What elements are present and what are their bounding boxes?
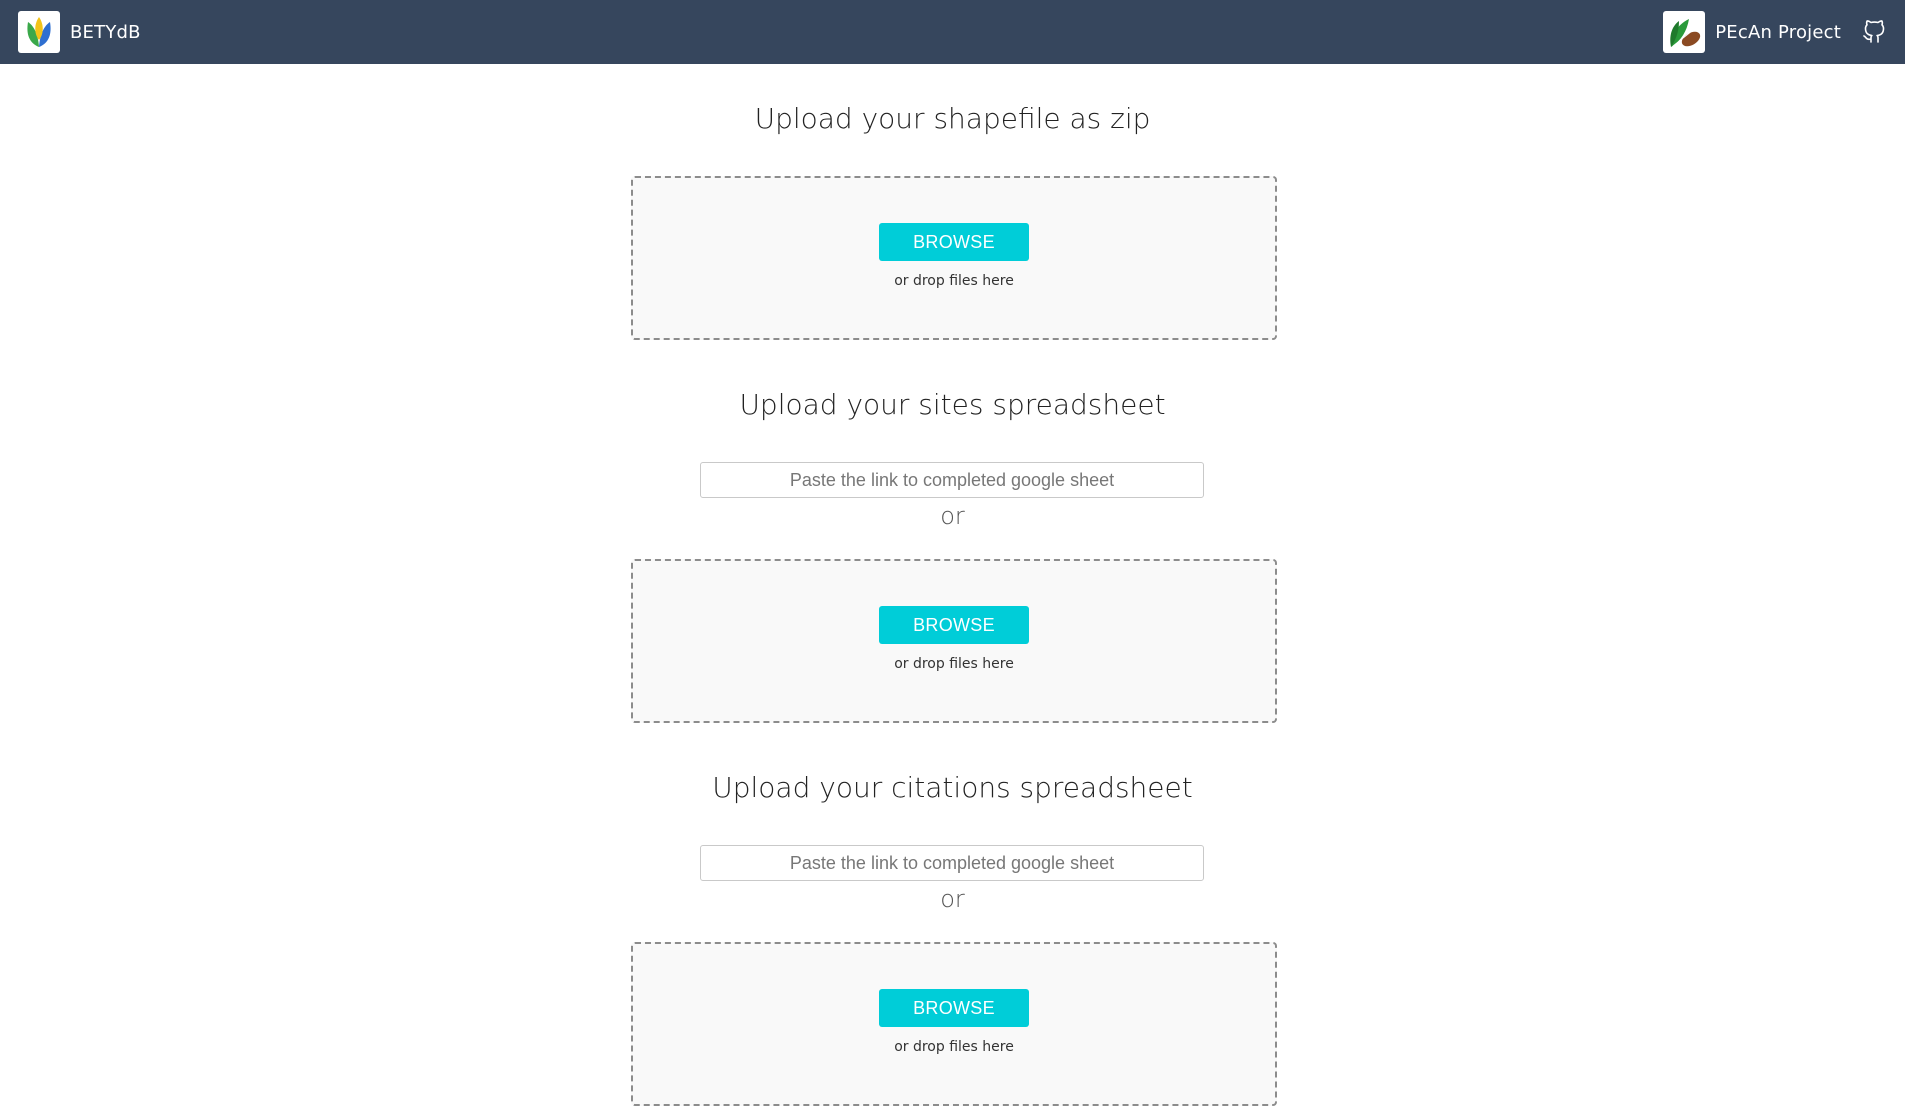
citations-sheet-link-input[interactable]: [700, 845, 1204, 881]
citations-drop-hint: or drop files here: [894, 1039, 1014, 1055]
shapefile-dropzone[interactable]: BROWSE or drop files here: [631, 176, 1277, 340]
shapefile-section-title: Upload your shapefile as zip: [754, 102, 1151, 135]
github-icon[interactable]: [1861, 19, 1887, 45]
citations-dropzone[interactable]: BROWSE or drop files here: [631, 942, 1277, 1106]
citations-or-separator: or: [940, 885, 965, 913]
shapefile-drop-hint: or drop files here: [894, 273, 1014, 289]
sites-browse-button[interactable]: BROWSE: [879, 606, 1029, 644]
sites-sheet-link-input[interactable]: [700, 462, 1204, 498]
shapefile-browse-button[interactable]: BROWSE: [879, 223, 1029, 261]
citations-browse-button[interactable]: BROWSE: [879, 989, 1029, 1027]
brand-name: BETYdB: [70, 21, 141, 43]
sites-section-title: Upload your sites spreadsheet: [739, 388, 1166, 421]
sites-dropzone[interactable]: BROWSE or drop files here: [631, 559, 1277, 723]
sites-drop-hint: or drop files here: [894, 656, 1014, 672]
sites-or-separator: or: [940, 502, 965, 530]
betydb-logo: [18, 11, 60, 53]
top-navbar: BETYdB PEcAn Project: [0, 0, 1905, 64]
citations-section-title: Upload your citations spreadsheet: [712, 771, 1193, 804]
pecan-logo[interactable]: [1663, 11, 1706, 53]
brand-link[interactable]: BETYdB: [18, 10, 141, 54]
project-link[interactable]: PEcAn Project: [1715, 22, 1841, 43]
